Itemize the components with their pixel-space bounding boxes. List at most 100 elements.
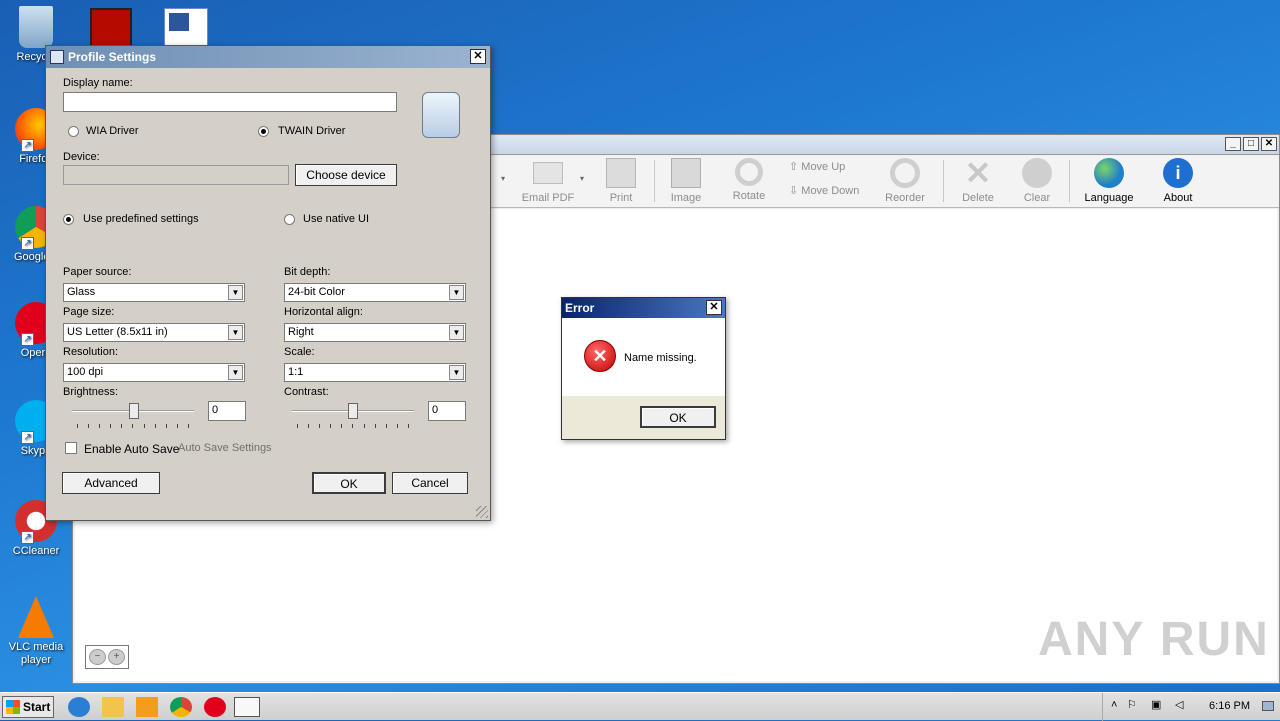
windows-logo-icon bbox=[6, 700, 20, 714]
contrast-input[interactable]: 0 bbox=[428, 401, 466, 421]
chevron-down-icon: ▼ bbox=[228, 285, 243, 300]
chevron-down-icon: ▼ bbox=[449, 285, 464, 300]
toolbar-label: Image bbox=[670, 192, 702, 204]
device-label: Device: bbox=[63, 151, 100, 163]
chevron-down-icon: ▼ bbox=[449, 325, 464, 340]
image-button[interactable]: Image bbox=[654, 158, 718, 204]
choose-device-button[interactable]: Choose device bbox=[295, 164, 397, 186]
delete-icon: ✕ bbox=[964, 155, 992, 191]
start-button[interactable]: Start bbox=[2, 696, 54, 718]
explorer-taskbar-icon[interactable] bbox=[102, 697, 124, 717]
error-body: ✕ Name missing. bbox=[562, 318, 725, 396]
advanced-button[interactable]: Advanced bbox=[62, 472, 160, 494]
chrome-taskbar-icon[interactable] bbox=[170, 697, 192, 717]
desktop-icon-label: VLC media player bbox=[8, 641, 64, 666]
cancel-button[interactable]: Cancel bbox=[392, 472, 468, 494]
toolbar-label: About bbox=[1163, 192, 1193, 204]
paper-source-select[interactable]: Glass ▼ bbox=[63, 283, 245, 302]
minimize-button[interactable]: _ bbox=[1225, 137, 1241, 151]
horizontal-align-select[interactable]: Right ▼ bbox=[284, 323, 466, 342]
clear-button[interactable]: Clear bbox=[1005, 158, 1069, 204]
brightness-ticks bbox=[77, 424, 189, 428]
brightness-slider-thumb[interactable] bbox=[129, 403, 139, 419]
resize-grip[interactable] bbox=[476, 506, 488, 518]
dropdown-arrow-icon[interactable]: ▾ bbox=[501, 174, 505, 183]
display-name-input[interactable] bbox=[63, 92, 397, 112]
wia-driver-radio[interactable] bbox=[68, 126, 79, 137]
chevron-down-icon: ▼ bbox=[228, 325, 243, 340]
clock[interactable]: 6:16 PM bbox=[1209, 700, 1250, 712]
predefined-settings-radio[interactable] bbox=[63, 214, 74, 225]
contrast-ticks bbox=[297, 424, 409, 428]
move-down-button[interactable]: ⇩ Move Down bbox=[789, 184, 859, 197]
auto-save-label: Enable Auto Save bbox=[84, 442, 180, 456]
dialog-title-bar: Profile Settings ✕ bbox=[46, 46, 490, 68]
error-title-bar: Error ✕ bbox=[562, 298, 725, 318]
move-up-button[interactable]: ⇧ Move Up bbox=[789, 160, 845, 173]
arrow-up-icon: ⇧ bbox=[789, 161, 799, 173]
maximize-button[interactable]: □ bbox=[1243, 137, 1259, 151]
email-pdf-button[interactable]: Email PDF bbox=[516, 158, 580, 204]
about-button[interactable]: i About bbox=[1146, 158, 1210, 204]
rotate-button[interactable]: Rotate bbox=[717, 158, 781, 202]
reorder-button[interactable]: Reorder bbox=[873, 158, 937, 204]
globe-icon bbox=[1094, 158, 1124, 188]
flag-icon[interactable]: ⚐ bbox=[1127, 698, 1137, 711]
dropdown-arrow-icon[interactable]: ▾ bbox=[580, 174, 584, 183]
bit-depth-select[interactable]: 24-bit Color ▼ bbox=[284, 283, 466, 302]
contrast-slider-thumb[interactable] bbox=[348, 403, 358, 419]
clear-icon bbox=[1022, 158, 1052, 188]
device-field bbox=[63, 165, 289, 185]
error-dialog: Error ✕ ✕ Name missing. OK bbox=[561, 297, 726, 440]
media-player-taskbar-icon[interactable] bbox=[136, 697, 158, 717]
acrobat-icon[interactable] bbox=[90, 8, 132, 48]
scale-label: Scale: bbox=[284, 346, 315, 358]
close-button[interactable]: ✕ bbox=[470, 49, 486, 64]
twain-driver-label: TWAIN Driver bbox=[278, 125, 346, 137]
language-button[interactable]: Language bbox=[1077, 158, 1141, 204]
scanner-small-icon bbox=[50, 50, 64, 64]
system-tray: ˄ ⚐ ▣ ◁ 6:16 PM bbox=[1102, 693, 1280, 721]
auto-save-settings-link[interactable]: Auto Save Settings bbox=[178, 442, 272, 454]
show-desktop-button[interactable] bbox=[1262, 701, 1274, 711]
volume-icon[interactable]: ◁ bbox=[1175, 698, 1183, 711]
error-title: Error bbox=[565, 301, 595, 315]
ie-taskbar-icon[interactable] bbox=[68, 697, 90, 717]
horizontal-align-label: Horizontal align: bbox=[284, 306, 363, 318]
display-name-label: Display name: bbox=[63, 77, 133, 89]
word-document-icon[interactable] bbox=[164, 8, 208, 48]
resolution-select[interactable]: 100 dpi ▼ bbox=[63, 363, 245, 382]
paper-source-label: Paper source: bbox=[63, 266, 132, 278]
twain-driver-radio[interactable] bbox=[258, 126, 269, 137]
close-button[interactable]: ✕ bbox=[1261, 137, 1277, 151]
delete-button[interactable]: ✕ Delete bbox=[946, 155, 1010, 204]
rotate-icon bbox=[735, 158, 763, 186]
desktop-icon-label: CCleaner bbox=[12, 545, 60, 557]
scanner-app-taskbar-icon[interactable] bbox=[234, 697, 260, 717]
brightness-input[interactable]: 0 bbox=[208, 401, 246, 421]
toolbar-label: Language bbox=[1084, 192, 1134, 204]
desktop-icon-vlc[interactable]: VLC media player bbox=[4, 596, 68, 667]
info-icon: i bbox=[1163, 158, 1193, 188]
opera-taskbar-icon[interactable] bbox=[204, 697, 226, 717]
network-icon[interactable]: ▣ bbox=[1151, 698, 1161, 711]
close-button[interactable]: ✕ bbox=[706, 300, 722, 315]
zoom-out-icon[interactable]: − bbox=[89, 649, 106, 665]
print-button[interactable]: Print bbox=[589, 158, 653, 204]
scale-select[interactable]: 1:1 ▼ bbox=[284, 363, 466, 382]
page-size-label: Page size: bbox=[63, 306, 115, 318]
auto-save-checkbox[interactable] bbox=[65, 442, 77, 454]
ok-button[interactable]: OK bbox=[312, 472, 386, 494]
contrast-label: Contrast: bbox=[284, 386, 329, 398]
tray-expand-icon[interactable]: ˄ bbox=[1111, 699, 1117, 711]
error-ok-button[interactable]: OK bbox=[640, 406, 716, 428]
toolbar-label: Email PDF bbox=[521, 192, 575, 204]
vlc-icon bbox=[18, 596, 54, 638]
email-icon bbox=[533, 162, 563, 184]
toolbar-label: Clear bbox=[1023, 192, 1051, 204]
arrow-down-icon: ⇩ bbox=[789, 185, 799, 197]
native-ui-radio[interactable] bbox=[284, 214, 295, 225]
zoom-in-icon[interactable]: + bbox=[108, 649, 125, 665]
page-size-select[interactable]: US Letter (8.5x11 in) ▼ bbox=[63, 323, 245, 342]
bit-depth-label: Bit depth: bbox=[284, 266, 331, 278]
